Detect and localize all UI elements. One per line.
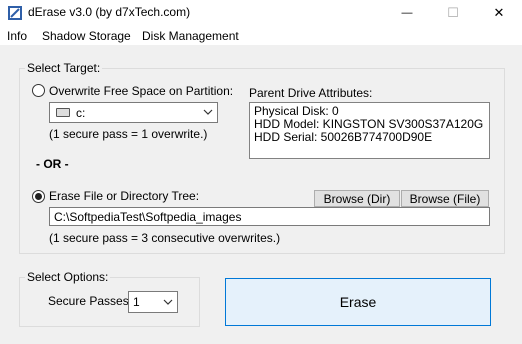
path-input[interactable]: C:\SoftpediaTest\Softpedia_images [49, 207, 490, 226]
path-note: (1 secure pass = 3 consecutive overwrite… [49, 231, 281, 245]
partition-note: (1 secure pass = 1 overwrite.) [49, 127, 208, 141]
secure-passes-value: 1 [133, 295, 140, 309]
drive-icon [56, 108, 70, 117]
app-icon [7, 5, 23, 21]
close-icon: ✕ [493, 5, 505, 20]
minimize-button[interactable]: — [384, 0, 430, 26]
select-target-label: Select Target: [25, 61, 103, 75]
overwrite-free-space-label[interactable]: Overwrite Free Space on Partition: [49, 84, 233, 98]
erase-file-radio[interactable] [32, 190, 45, 203]
partition-value: c: [76, 106, 86, 120]
parent-drive-label: Parent Drive Attributes: [249, 86, 373, 100]
overwrite-free-space-radio[interactable] [32, 84, 45, 97]
close-button[interactable]: ✕ [476, 0, 522, 26]
menu-disk-management[interactable]: Disk Management [140, 29, 241, 43]
secure-passes-select[interactable]: 1 [128, 291, 178, 313]
erase-file-label[interactable]: Erase File or Directory Tree: [49, 189, 199, 203]
erase-button[interactable]: Erase [225, 278, 491, 326]
minimize-icon: — [401, 7, 413, 19]
parent-drive-attributes-box: Physical Disk: 0 HDD Model: KINGSTON SV3… [249, 102, 490, 159]
menu-shadow-storage[interactable]: Shadow Storage [40, 29, 133, 43]
maximize-button[interactable]: ☐ [430, 0, 476, 26]
or-separator: - OR - [36, 157, 69, 171]
browse-file-button[interactable]: Browse (File) [401, 190, 489, 207]
chevron-down-icon [163, 295, 173, 312]
chevron-down-icon [203, 105, 213, 122]
hdd-serial-text: HDD Serial: 50026B774700D90E [254, 130, 433, 144]
maximize-icon: ☐ [447, 5, 459, 20]
partition-select[interactable]: c: [49, 102, 218, 123]
select-options-label: Select Options: [25, 270, 111, 284]
secure-passes-label: Secure Passes: [48, 294, 133, 308]
menu-info[interactable]: Info [5, 29, 29, 43]
browse-dir-button[interactable]: Browse (Dir) [314, 190, 400, 207]
window-title: dErase v3.0 (by d7xTech.com) [28, 5, 191, 19]
